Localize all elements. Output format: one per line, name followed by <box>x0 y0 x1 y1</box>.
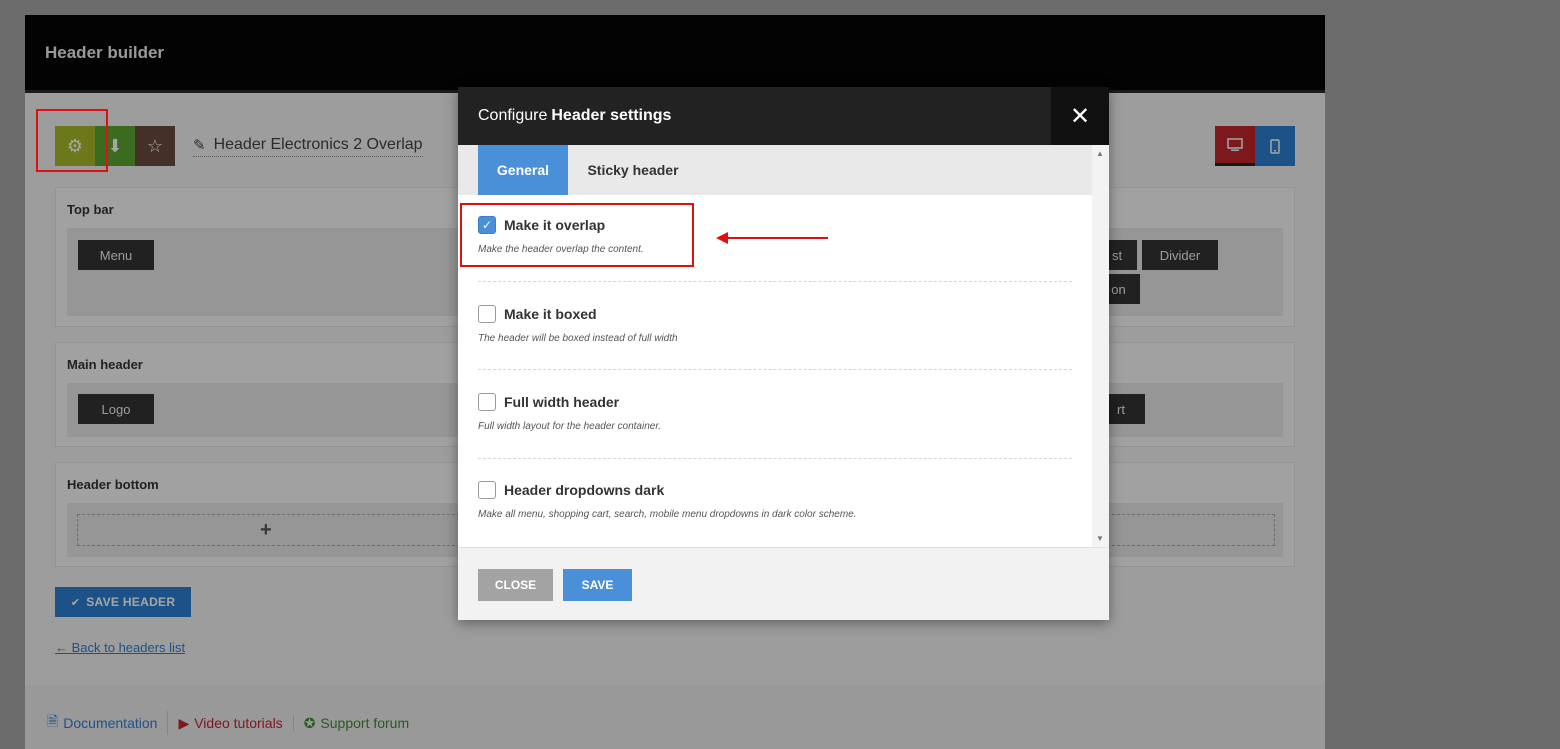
option-label: Full width header <box>504 394 620 410</box>
modal-scrollbar[interactable]: ▲ ▼ <box>1092 145 1109 547</box>
option-full-width-header: Full width header Full width layout for … <box>478 393 1072 432</box>
option-description: Full width layout for the header contain… <box>478 421 662 432</box>
tab-general[interactable]: General <box>478 145 568 195</box>
option-description: The header will be boxed instead of full… <box>478 333 678 344</box>
divider <box>478 369 1072 370</box>
close-button[interactable]: CLOSE <box>478 569 553 601</box>
modal-title-prefix: Configure <box>478 107 548 124</box>
annotation-arrow-icon <box>716 231 828 245</box>
option-header-dropdowns-dark: Header dropdowns dark Make all menu, sho… <box>478 481 1072 520</box>
option-description: Make all menu, shopping cart, search, mo… <box>478 509 857 520</box>
tab-sticky-header[interactable]: Sticky header <box>578 145 688 195</box>
header-settings-modal: Configure Header settings ✕ General Stic… <box>458 87 1109 620</box>
boxed-checkbox[interactable] <box>478 305 496 323</box>
modal-footer: CLOSE SAVE <box>458 547 1109 620</box>
close-icon: ✕ <box>1069 102 1091 130</box>
modal-close-button[interactable]: ✕ <box>1051 87 1109 145</box>
dropdowns-dark-checkbox[interactable] <box>478 481 496 499</box>
scroll-up-icon[interactable]: ▲ <box>1096 149 1104 158</box>
annotation-highlight-overlap <box>460 203 694 267</box>
divider <box>478 281 1072 282</box>
option-label: Make it boxed <box>504 306 597 322</box>
option-make-it-boxed: Make it boxed The header will be boxed i… <box>478 305 1072 344</box>
scroll-down-icon[interactable]: ▼ <box>1096 534 1104 543</box>
settings-tabs: General Sticky header <box>458 145 1092 195</box>
option-label: Header dropdowns dark <box>504 482 665 498</box>
modal-body: General Sticky header ✓ Make it overlap … <box>458 145 1109 547</box>
save-button[interactable]: SAVE <box>563 569 632 601</box>
modal-title: Header settings <box>551 107 672 124</box>
full-width-checkbox[interactable] <box>478 393 496 411</box>
annotation-highlight-settings <box>36 109 108 172</box>
modal-header: Configure Header settings <box>458 87 1109 145</box>
divider <box>478 458 1072 459</box>
